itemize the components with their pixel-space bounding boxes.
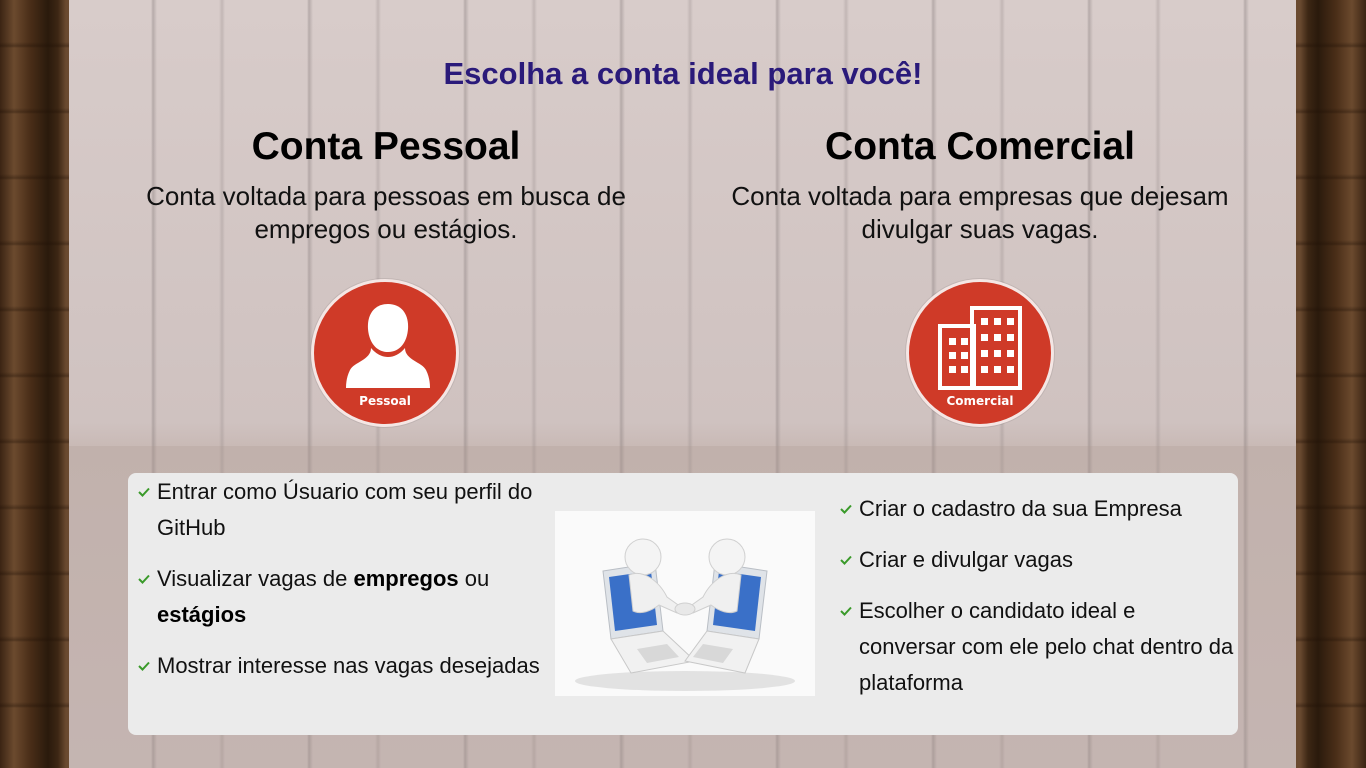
check-icon bbox=[840, 504, 852, 514]
list-item: Mostrar interesse nas vagas desejadas bbox=[138, 648, 548, 684]
comercial-badge-label: Comercial bbox=[946, 394, 1014, 408]
page-headline: Escolha a conta ideal para você! bbox=[443, 56, 923, 91]
pessoal-description: Conta voltada para pessoas em busca de e… bbox=[146, 181, 626, 244]
handshake-laptops-illustration bbox=[555, 511, 815, 696]
pessoal-title: Conta Pessoal bbox=[251, 125, 521, 168]
feature-text: Escolher o candidato ideal e conversar c… bbox=[859, 598, 1234, 695]
list-item: Escolher o candidato ideal e conversar c… bbox=[840, 593, 1235, 701]
check-icon bbox=[138, 487, 150, 497]
list-item: Visualizar vagas de empregos ou estágios bbox=[138, 561, 548, 633]
list-item: Entrar como Úsuario com seu perfil do Gi… bbox=[138, 474, 548, 546]
check-icon bbox=[138, 574, 150, 584]
list-item: Criar o cadastro da sua Empresa bbox=[840, 491, 1235, 527]
check-icon bbox=[138, 661, 150, 671]
feature-text-mid: ou bbox=[458, 566, 490, 591]
list-item: Criar e divulgar vagas bbox=[840, 542, 1235, 578]
pessoal-badge-label: Pessoal bbox=[359, 394, 411, 408]
feature-text: Visualizar vagas de bbox=[157, 566, 354, 591]
comercial-account-button[interactable]: Comercial bbox=[906, 279, 1054, 427]
feature-text: Entrar como Úsuario com seu perfil do Gi… bbox=[157, 479, 533, 540]
comercial-column: Conta Comercial Conta voltada para empre… bbox=[710, 122, 1250, 246]
comercial-description: Conta voltada para empresas que dejesam … bbox=[731, 181, 1229, 244]
check-icon bbox=[840, 606, 852, 616]
check-icon bbox=[840, 555, 852, 565]
feature-bold-empregos: empregos bbox=[353, 566, 459, 591]
feature-text: Criar e divulgar vagas bbox=[859, 547, 1073, 572]
pessoal-features-list: Entrar como Úsuario com seu perfil do Gi… bbox=[138, 473, 548, 699]
features-card: Entrar como Úsuario com seu perfil do Gi… bbox=[128, 473, 1238, 735]
comercial-title: Conta Comercial bbox=[825, 125, 1135, 168]
feature-text: Criar o cadastro da sua Empresa bbox=[859, 496, 1182, 521]
feature-bold-estagios: estágios bbox=[157, 602, 247, 627]
pessoal-account-button[interactable]: Pessoal bbox=[311, 279, 459, 427]
pessoal-column: Conta Pessoal Conta voltada para pessoas… bbox=[116, 122, 656, 246]
comercial-features-list: Criar o cadastro da sua Empresa Criar e … bbox=[840, 491, 1235, 716]
feature-text: Mostrar interesse nas vagas desejadas bbox=[157, 653, 540, 678]
